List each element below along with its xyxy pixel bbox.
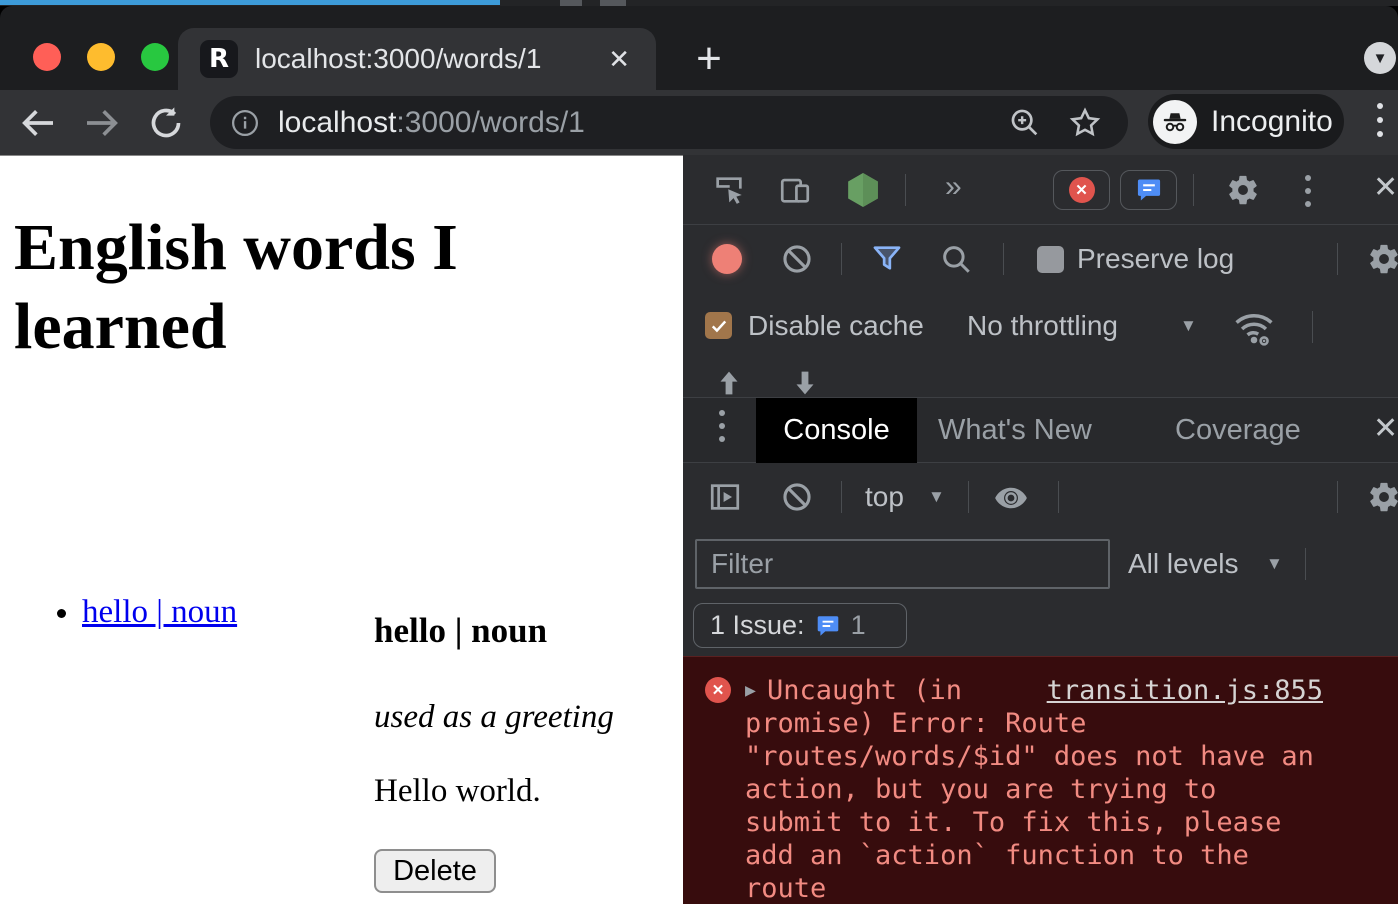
forward-icon[interactable] bbox=[82, 103, 122, 143]
error-source-link[interactable]: transition.js:855 bbox=[1047, 674, 1323, 707]
remix-favicon-icon: R bbox=[200, 40, 238, 78]
error-message-text: Uncaught (in promise) Error: Route "rout… bbox=[745, 675, 1314, 904]
bookmark-star-icon[interactable] bbox=[1068, 106, 1102, 140]
record-network-log-icon[interactable] bbox=[712, 244, 742, 274]
settings-gear-icon[interactable] bbox=[1226, 173, 1260, 207]
word-list: hello | noun bbox=[0, 594, 237, 631]
issues-icon bbox=[1135, 176, 1163, 204]
drawer-menu-icon[interactable] bbox=[719, 410, 725, 442]
drawer-close-icon[interactable]: ✕ bbox=[1373, 411, 1398, 446]
tab-close-icon[interactable]: ✕ bbox=[608, 44, 630, 75]
network-conditions-icon[interactable] bbox=[1232, 307, 1276, 351]
zoom-icon[interactable] bbox=[1008, 106, 1042, 140]
console-errors-badge[interactable]: ✕ bbox=[1053, 170, 1110, 210]
disable-cache-label[interactable]: Disable cache bbox=[748, 310, 924, 342]
device-toolbar-icon[interactable] bbox=[778, 173, 812, 207]
incognito-label: Incognito bbox=[1211, 105, 1333, 139]
error-body: transition.js:855 ▶Uncaught (in promise)… bbox=[745, 674, 1323, 904]
address-bar[interactable]: localhost:3000/words/1 bbox=[210, 96, 1128, 149]
devtools-main-toolbar: » ✕ ✕ bbox=[683, 155, 1398, 225]
tab-console[interactable]: Console bbox=[756, 398, 917, 463]
throttling-select[interactable]: No throttling bbox=[967, 310, 1118, 342]
tab-title: localhost:3000/words/1 bbox=[255, 43, 608, 75]
word-example: Hello world. bbox=[374, 773, 541, 810]
devtools-menu-icon[interactable] bbox=[1305, 175, 1311, 207]
checkmark-icon bbox=[709, 316, 729, 336]
preserve-log-label[interactable]: Preserve log bbox=[1077, 243, 1234, 275]
levels-dropdown-icon[interactable]: ▼ bbox=[1266, 554, 1283, 574]
har-actions-row bbox=[683, 360, 1398, 397]
clear-console-icon[interactable] bbox=[780, 480, 814, 514]
browser-toolbar: localhost:3000/words/1 Incognito bbox=[0, 90, 1398, 155]
address-path: :3000/words/1 bbox=[396, 106, 584, 140]
browser-tab[interactable]: R localhost:3000/words/1 ✕ bbox=[178, 28, 656, 90]
list-item: hello | noun bbox=[82, 594, 237, 631]
filter-funnel-icon[interactable] bbox=[870, 242, 904, 276]
live-expression-eye-icon[interactable] bbox=[992, 479, 1030, 517]
issues-label: 1 Issue: bbox=[710, 610, 805, 641]
incognito-icon bbox=[1160, 107, 1190, 137]
disable-cache-checkbox[interactable] bbox=[705, 312, 732, 339]
console-error-message: ✕ transition.js:855 ▶Uncaught (in promis… bbox=[683, 656, 1398, 904]
throttling-dropdown-icon[interactable]: ▼ bbox=[1180, 316, 1197, 336]
issues-badge[interactable] bbox=[1120, 170, 1177, 210]
issues-icon bbox=[815, 613, 841, 639]
address-host: localhost bbox=[278, 106, 396, 140]
tab-search-button[interactable]: ▼ bbox=[1364, 42, 1396, 74]
browser-menu-icon[interactable] bbox=[1376, 103, 1384, 137]
minimize-window-button[interactable] bbox=[87, 43, 115, 71]
word-definition: used as a greeting bbox=[374, 699, 614, 736]
console-settings-gear-icon[interactable] bbox=[1367, 480, 1398, 514]
web-page: English words I learned hello | noun hel… bbox=[0, 155, 683, 904]
new-tab-button[interactable]: + bbox=[682, 32, 736, 86]
word-title: hello | noun bbox=[374, 611, 547, 651]
browser-window: R localhost:3000/words/1 ✕ + ▼ localhost… bbox=[0, 0, 1398, 904]
devtools-panel: » ✕ ✕ Preserve log bbox=[683, 155, 1398, 904]
console-filter-row: All levels ▼ bbox=[683, 531, 1398, 597]
clear-network-icon[interactable] bbox=[780, 242, 814, 276]
context-dropdown-icon[interactable]: ▼ bbox=[928, 487, 945, 507]
page-title: English words I learned bbox=[14, 208, 574, 366]
more-tabs-icon[interactable]: » bbox=[945, 170, 956, 204]
chevron-down-icon: ▼ bbox=[1373, 50, 1388, 67]
incognito-badge[interactable]: Incognito bbox=[1148, 94, 1344, 149]
reload-icon[interactable] bbox=[146, 103, 186, 143]
close-window-button[interactable] bbox=[33, 43, 61, 71]
tab-bar: R localhost:3000/words/1 ✕ + ▼ bbox=[0, 6, 1398, 90]
tab-coverage[interactable]: Coverage bbox=[1175, 398, 1301, 463]
inspect-element-icon[interactable] bbox=[712, 173, 746, 207]
console-toolbar: top ▼ bbox=[683, 463, 1398, 531]
nodejs-icon[interactable] bbox=[843, 170, 883, 210]
preserve-log-checkbox[interactable] bbox=[1037, 246, 1064, 273]
console-sidebar-icon[interactable] bbox=[708, 480, 742, 514]
delete-button[interactable]: Delete bbox=[374, 849, 496, 893]
background-window-blue-edge bbox=[0, 0, 500, 5]
issues-counter[interactable]: 1 Issue: 1 bbox=[693, 603, 907, 648]
console-context-select[interactable]: top bbox=[865, 481, 904, 513]
window-controls bbox=[33, 43, 169, 71]
expand-error-icon[interactable]: ▶ bbox=[745, 674, 767, 707]
incognito-avatar bbox=[1153, 100, 1197, 144]
network-conditions-row: Disable cache No throttling ▼ bbox=[683, 293, 1398, 360]
console-issues-row: 1 Issue: 1 bbox=[683, 597, 1398, 656]
search-icon[interactable] bbox=[939, 242, 973, 276]
word-link[interactable]: hello | noun bbox=[82, 594, 237, 630]
tab-whats-new[interactable]: What's New bbox=[938, 398, 1092, 463]
error-icon: ✕ bbox=[705, 677, 731, 703]
log-levels-select[interactable]: All levels bbox=[1128, 548, 1238, 580]
fullscreen-window-button[interactable] bbox=[141, 43, 169, 71]
info-icon[interactable] bbox=[230, 108, 260, 138]
import-har-icon[interactable] bbox=[712, 366, 746, 400]
export-har-icon[interactable] bbox=[788, 366, 822, 400]
drawer-tab-bar: Console What's New Coverage ✕ bbox=[683, 397, 1398, 463]
network-toolbar: Preserve log bbox=[683, 225, 1398, 293]
back-icon[interactable] bbox=[18, 103, 58, 143]
issues-count: 1 bbox=[851, 610, 866, 641]
network-settings-gear-icon[interactable] bbox=[1367, 242, 1398, 276]
error-count-icon: ✕ bbox=[1069, 177, 1095, 203]
devtools-close-icon[interactable]: ✕ bbox=[1373, 170, 1398, 205]
console-filter-input[interactable] bbox=[695, 539, 1110, 589]
